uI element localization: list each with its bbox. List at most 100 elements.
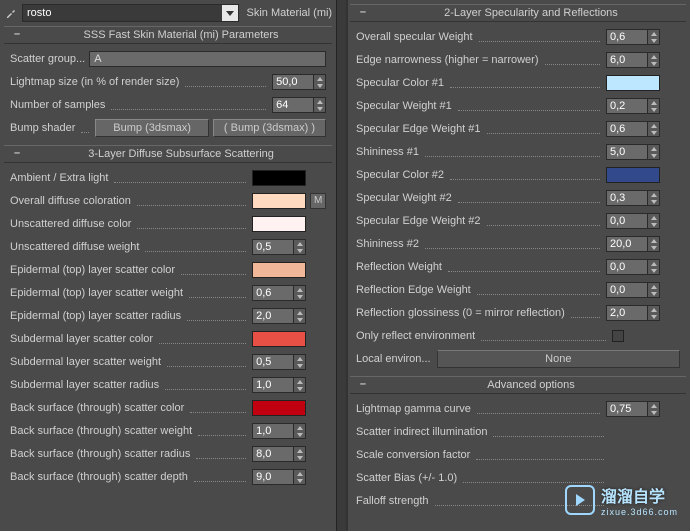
arrow-down-icon[interactable] [294, 293, 305, 300]
arrow-down-icon[interactable] [648, 106, 659, 113]
arrow-down-icon[interactable] [648, 129, 659, 136]
arrow-up-icon[interactable] [294, 286, 305, 293]
spec-edge1-spinner[interactable]: 0,6 [606, 121, 660, 137]
arrow-down-icon[interactable] [648, 152, 659, 159]
section-diffuse-sss-header[interactable]: – 3-Layer Diffuse Subsurface Scattering [4, 145, 332, 163]
epidermal-weight-spinner[interactable]: 0,6 [252, 285, 306, 301]
spec-color1-swatch[interactable] [606, 75, 660, 91]
arrow-up-icon[interactable] [648, 145, 659, 152]
arrow-down-icon[interactable] [294, 362, 305, 369]
arrow-down-icon[interactable] [294, 247, 305, 254]
scatter-group-label: Scatter group... [10, 53, 85, 65]
bump-shader-label: Bump shader [10, 122, 75, 134]
spec-weight2-spinner[interactable]: 0,3 [606, 190, 660, 206]
arrow-up-icon[interactable] [294, 355, 305, 362]
back-depth-label: Back surface (through) scatter depth [10, 471, 188, 483]
arrow-down-icon[interactable] [294, 385, 305, 392]
arrow-up-icon[interactable] [648, 402, 659, 409]
spec-edge2-spinner[interactable]: 0,0 [606, 213, 660, 229]
arrow-down-icon[interactable] [294, 431, 305, 438]
spec-weight1-label: Specular Weight #1 [356, 100, 452, 112]
spec-color2-swatch[interactable] [606, 167, 660, 183]
arrow-up-icon[interactable] [648, 260, 659, 267]
lightmap-size-spinner[interactable]: 50,0 [272, 74, 326, 90]
arrow-up-icon[interactable] [294, 240, 305, 247]
subdermal-color-swatch[interactable] [252, 331, 306, 347]
arrow-down-icon[interactable] [648, 290, 659, 297]
local-environment-button[interactable]: None [437, 350, 680, 368]
only-reflect-env-checkbox[interactable] [612, 330, 624, 342]
arrow-up-icon[interactable] [648, 53, 659, 60]
arrow-down-icon[interactable] [648, 198, 659, 205]
arrow-up-icon[interactable] [648, 122, 659, 129]
back-depth-spinner[interactable]: 9,0 [252, 469, 306, 485]
back-color-label: Back surface (through) scatter color [10, 402, 184, 414]
arrow-up-icon[interactable] [294, 470, 305, 477]
overall-spec-weight-spinner[interactable]: 0,6 [606, 29, 660, 45]
arrow-up-icon[interactable] [314, 98, 325, 105]
arrow-down-icon[interactable] [648, 221, 659, 228]
collapse-icon[interactable]: – [356, 6, 370, 20]
unscattered-color-swatch[interactable] [252, 216, 306, 232]
arrow-up-icon[interactable] [648, 306, 659, 313]
arrow-up-icon[interactable] [294, 309, 305, 316]
reflection-gloss-spinner[interactable]: 2,0 [606, 305, 660, 321]
chevron-down-icon[interactable] [222, 5, 238, 21]
arrow-up-icon[interactable] [648, 30, 659, 37]
reflection-weight-spinner[interactable]: 0,0 [606, 259, 660, 275]
bump-shader-alt-button[interactable]: ( Bump (3dsmax) ) [213, 119, 326, 137]
scatter-bias-label: Scatter Bias (+/- 1.0) [356, 472, 457, 484]
material-name-dropdown[interactable]: rosto [22, 4, 239, 22]
epidermal-radius-spinner[interactable]: 2,0 [252, 308, 306, 324]
collapse-icon[interactable]: – [356, 378, 370, 392]
collapse-icon[interactable]: – [10, 147, 24, 161]
arrow-down-icon[interactable] [648, 60, 659, 67]
shininess1-spinner[interactable]: 5,0 [606, 144, 660, 160]
arrow-down-icon[interactable] [648, 37, 659, 44]
reflection-edge-spinner[interactable]: 0,0 [606, 282, 660, 298]
arrow-down-icon[interactable] [648, 409, 659, 416]
back-weight-spinner[interactable]: 1,0 [252, 423, 306, 439]
back-color-swatch[interactable] [252, 400, 306, 416]
arrow-up-icon[interactable] [648, 283, 659, 290]
section-advanced-header[interactable]: – Advanced options [350, 376, 686, 394]
arrow-up-icon[interactable] [314, 75, 325, 82]
eyedropper-icon[interactable] [4, 6, 18, 20]
section-sss-params-header[interactable]: – SSS Fast Skin Material (mi) Parameters [4, 26, 332, 44]
material-name-value[interactable]: rosto [23, 5, 222, 21]
back-radius-spinner[interactable]: 8,0 [252, 446, 306, 462]
arrow-up-icon[interactable] [294, 424, 305, 431]
subdermal-weight-spinner[interactable]: 0,5 [252, 354, 306, 370]
map-button[interactable]: M [310, 193, 326, 209]
overall-diffuse-swatch[interactable] [252, 193, 306, 209]
lightmap-gamma-spinner[interactable]: 0,75 [606, 401, 660, 417]
arrow-down-icon[interactable] [648, 313, 659, 320]
spec-weight1-spinner[interactable]: 0,2 [606, 98, 660, 114]
subdermal-radius-spinner[interactable]: 1,0 [252, 377, 306, 393]
section-specularity-header[interactable]: – 2-Layer Specularity and Reflections [350, 4, 686, 22]
arrow-up-icon[interactable] [648, 191, 659, 198]
arrow-down-icon[interactable] [314, 82, 325, 89]
edge-narrowness-spinner[interactable]: 6,0 [606, 52, 660, 68]
arrow-down-icon[interactable] [294, 316, 305, 323]
scatter-group-input[interactable]: A [89, 51, 326, 67]
arrow-down-icon[interactable] [314, 105, 325, 112]
epidermal-color-swatch[interactable] [252, 262, 306, 278]
samples-spinner[interactable]: 64 [272, 97, 326, 113]
ambient-color-swatch[interactable] [252, 170, 306, 186]
scrollbar[interactable] [336, 0, 346, 531]
arrow-up-icon[interactable] [294, 378, 305, 385]
arrow-down-icon[interactable] [294, 454, 305, 461]
arrow-down-icon[interactable] [294, 477, 305, 484]
collapse-icon[interactable]: – [10, 28, 24, 42]
shininess2-spinner[interactable]: 20,0 [606, 236, 660, 252]
arrow-down-icon[interactable] [648, 244, 659, 251]
samples-label: Number of samples [10, 99, 105, 111]
bump-shader-button[interactable]: Bump (3dsmax) [95, 119, 208, 137]
unscattered-weight-spinner[interactable]: 0,5 [252, 239, 306, 255]
arrow-up-icon[interactable] [294, 447, 305, 454]
arrow-up-icon[interactable] [648, 99, 659, 106]
arrow-down-icon[interactable] [648, 267, 659, 274]
arrow-up-icon[interactable] [648, 214, 659, 221]
arrow-up-icon[interactable] [648, 237, 659, 244]
